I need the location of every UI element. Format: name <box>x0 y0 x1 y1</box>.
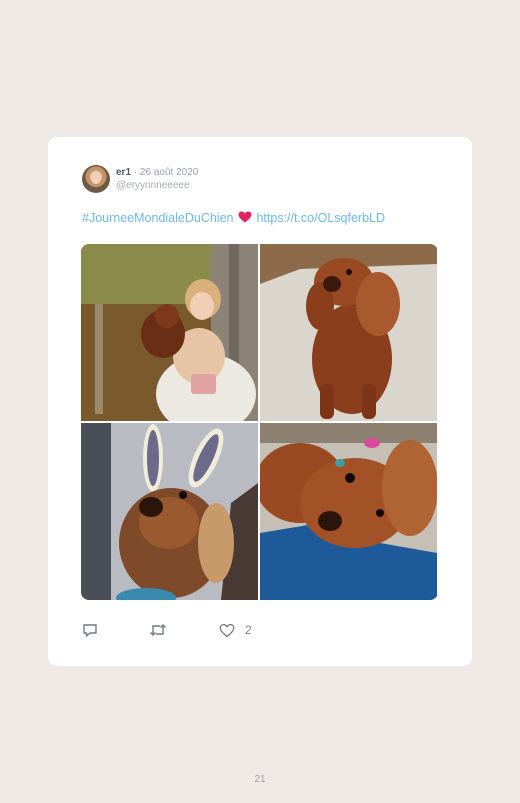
photo-grid <box>81 244 438 600</box>
like-button[interactable]: 2 <box>219 621 252 639</box>
photo-woman-holding-dog[interactable] <box>81 244 258 421</box>
tweet-text: #JourneeMondialeDuChien https://t.co/OLs… <box>82 210 385 226</box>
avatar-face <box>91 172 101 184</box>
reply-icon <box>83 624 97 637</box>
tweet-date[interactable]: 26 août 2020 <box>140 167 198 178</box>
user-handle[interactable]: @eryynnneeeee <box>116 179 198 192</box>
display-name[interactable]: er1 <box>116 167 131 178</box>
page-number: 21 <box>254 774 266 785</box>
photo-woman-holding-dog-image <box>81 244 258 421</box>
red-heart-emoji-icon <box>238 211 252 223</box>
tweet-header: er1 · 26 août 2020 @eryynnneeeee <box>116 166 198 192</box>
like-count: 2 <box>245 623 252 637</box>
photo-dog-on-blue-blanket[interactable] <box>260 423 437 600</box>
photo-dog-on-blue-blanket-image <box>260 423 437 600</box>
retweet-button[interactable] <box>149 621 167 639</box>
tweet-card: er1 · 26 août 2020 @eryynnneeeee #Journe… <box>48 137 472 666</box>
photo-dog-on-rug[interactable] <box>260 244 437 421</box>
hashtag-link[interactable]: #JourneeMondialeDuChien <box>82 211 234 225</box>
photo-dog-bunny-ears-image <box>81 423 258 600</box>
avatar[interactable] <box>82 165 110 193</box>
header-separator: · <box>133 167 138 178</box>
photo-dog-on-rug-image <box>260 244 437 421</box>
tweet-url-link[interactable]: https://t.co/OLsqferbLD <box>256 211 385 225</box>
photo-dog-bunny-ears[interactable] <box>81 423 258 600</box>
reply-button[interactable] <box>82 621 98 639</box>
retweet-icon <box>150 624 166 636</box>
tweet-actions: 2 <box>82 621 382 641</box>
like-icon <box>219 623 235 637</box>
